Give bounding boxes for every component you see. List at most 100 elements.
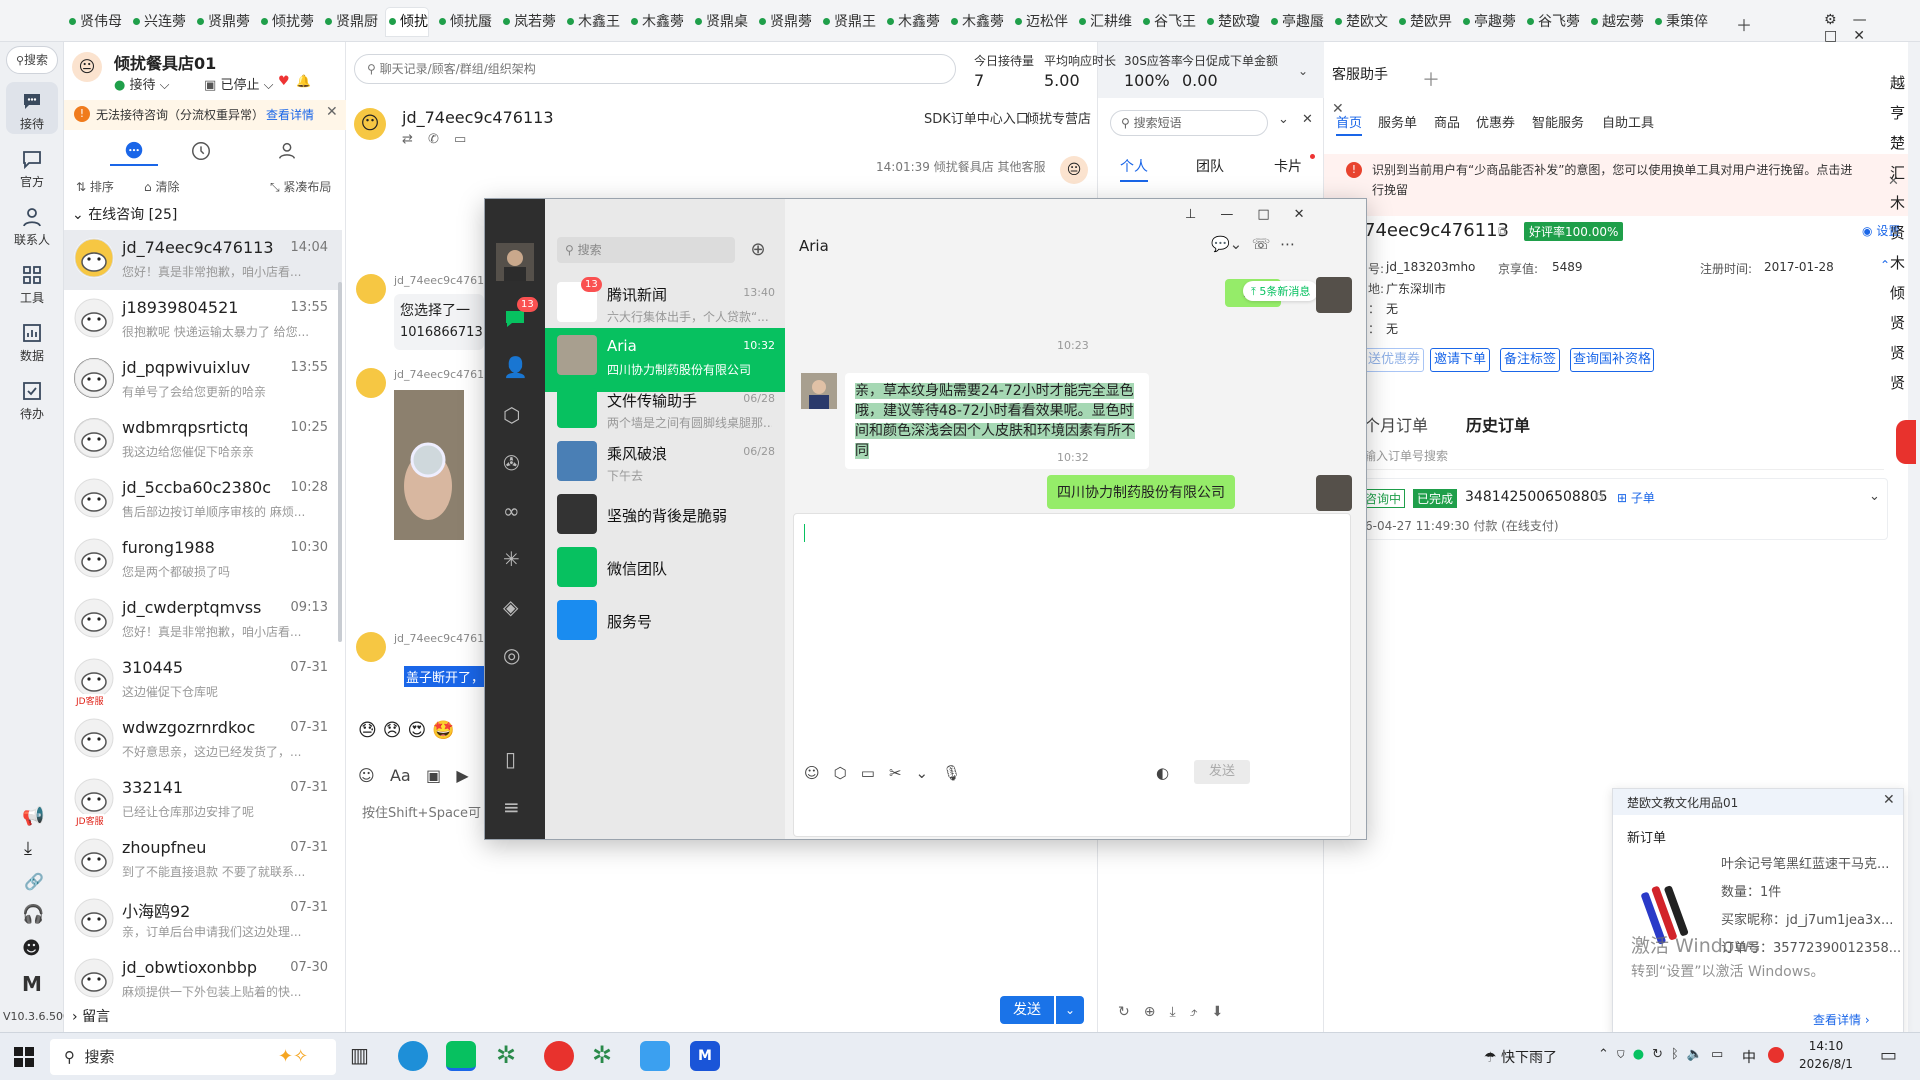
phone-icon[interactable]: ✆ [428,132,439,147]
side-tab-personal[interactable]: 个人 [1120,156,1148,182]
app-blue-icon[interactable] [640,1041,670,1071]
tab-24[interactable]: 越宏蒡 [1588,8,1644,36]
close-icon[interactable]: ✕ [326,104,338,120]
tab-3[interactable]: 倾扰蒡 [258,8,314,36]
m-logo-icon[interactable]: M [22,972,42,996]
warning-detail-link[interactable]: 查看详情 [266,106,314,123]
nav-tools[interactable]: 工具 [6,256,58,308]
list-scrollbar[interactable] [338,282,342,642]
link-icon[interactable]: 🔗 [24,872,44,891]
assistant-subtab-1[interactable]: 服务单 [1378,112,1417,131]
assistant-subtab-3[interactable]: 优惠券 [1476,112,1515,131]
list-tab-history[interactable] [190,140,212,162]
wechat-phone-icon[interactable]: ▯ [505,747,516,771]
send-button[interactable]: 发送 [1000,996,1054,1024]
app-star-icon[interactable]: ✲ [496,1041,516,1069]
add-chat-icon[interactable]: ⊕ [745,237,771,263]
close-icon[interactable]: ✕ [1294,207,1329,222]
conversation-item[interactable]: jd_pqpwivuixluv 13:55 有单号了会给您更新的哈亲 [64,350,342,410]
conversation-item[interactable]: jd_5ccba60c2380c 10:28 售后部边按订单顺序审核的 麻烦... [64,470,342,530]
add-tab-icon[interactable]: ＋ [1736,12,1752,36]
maximize-icon[interactable]: □ [1257,207,1293,222]
tab-13[interactable]: 木鑫蒡 [884,8,940,36]
wechat-profile-avatar[interactable] [496,243,534,281]
font-icon[interactable]: Aa [390,766,411,785]
conversation-item[interactable]: zhoupfneu 07-31 到了不能直接退款 不要了就联系... [64,830,342,890]
app-tray-icon[interactable] [1768,1047,1784,1063]
tab-18[interactable]: 楚欧瓊 [1204,8,1260,36]
conversation-item[interactable]: jd_obwtioxonbbp 07-30 麻烦提供一下外包装上贴着的快... [64,950,342,1010]
minimize-icon[interactable]: — [1220,207,1257,222]
tab-10[interactable]: 贤鼎桌 [692,8,748,36]
nav-todo[interactable]: 待办 [6,372,58,424]
tray-wechat-icon[interactable]: ● [1633,1047,1652,1062]
call-icon[interactable]: ☏ [1252,235,1271,253]
add-tab-icon[interactable]: ＋ [1422,66,1440,92]
wechat-menu-icon[interactable]: ≡ [503,795,520,819]
tab-23[interactable]: 谷飞蒡 [1524,8,1580,36]
new-messages-badge[interactable]: ⤒ 5条新消息 [1243,281,1319,301]
edge-app-icon[interactable] [398,1041,428,1071]
reception-toggle[interactable]: ● 接待 ⌵ [114,74,170,93]
note-tag-button[interactable]: 备注标签 [1500,348,1560,372]
collapse-icon[interactable]: ⌄ [1278,112,1289,127]
wechat-contacts-icon[interactable]: 👤 [503,355,528,379]
wechat-app-icon[interactable] [446,1041,476,1071]
sub-order-link[interactable]: ⊞ 子单 [1617,489,1655,506]
customer-avatar[interactable]: 😶 [354,108,386,140]
import-icon[interactable]: ⤓ [1169,1004,1189,1020]
stopped-toggle[interactable]: ▣ 已停止 ⌵ [204,74,273,93]
wechat-channels-icon[interactable]: ∞ [503,499,520,523]
invite-order-button[interactable]: 邀请下单 [1430,348,1490,372]
emoji-row[interactable]: 😓😞😍🤩 [358,720,461,741]
order-tab-recent[interactable]: 个月订单 [1364,412,1428,436]
copy-icon[interactable]: ⧉ [1498,224,1507,239]
tab-20[interactable]: 楚欧文 [1332,8,1388,36]
wechat-search-input[interactable]: ⚲ 搜索 [557,237,735,263]
nav-reception[interactable]: 接待 [6,82,58,134]
tab-22[interactable]: 亭趣蒡 [1460,8,1516,36]
ime-indicator[interactable]: 中 [1742,1047,1756,1067]
more-icon[interactable]: ⋯ [1280,235,1295,253]
network-icon[interactable]: ▭ [1711,1047,1731,1062]
conversation-item[interactable]: wdbmrqpsrtictq 10:25 我这边给您催促下哈亲亲 [64,410,342,470]
megaphone-icon[interactable]: 📢 [22,806,44,827]
share-icon[interactable]: ⤴ [1190,1004,1212,1020]
settings-icon[interactable]: ⚙ [1824,12,1853,28]
tab-5[interactable]: 倾扰 [386,8,428,36]
tab-17[interactable]: 谷飞王 [1140,8,1196,36]
app-red-icon[interactable] [544,1041,574,1071]
tab-8[interactable]: 木鑫王 [564,8,620,36]
conversation-item[interactable]: 310445 07-31 这边催促下仓库呢 JD客服 [64,650,342,710]
send-coupon-button[interactable]: 送优惠券 [1364,348,1424,372]
chevron-down-icon[interactable]: ⌄ [1869,489,1880,504]
clear-button[interactable]: ⌂ 清除 [144,178,179,195]
voice-input-icon[interactable]: ◐ [1156,764,1169,782]
tab-1[interactable]: 兴连蒡 [130,8,186,36]
nav-official[interactable]: 官方 [6,140,58,192]
emoji-icon[interactable]: ☺ [804,764,834,782]
pin-icon[interactable]: ⊥ [1185,207,1220,222]
online-section-header[interactable]: ⌄ 在线咨询 [25] [72,204,177,224]
chat-search-input[interactable]: ⚲ 聊天记录/顾客/群组/组织架构 [354,54,956,84]
order-tab-history[interactable]: 历史订单 [1466,412,1530,436]
shop-avatar[interactable]: 😐 [72,52,102,82]
notification-center-icon[interactable]: ▭ [1880,1045,1897,1066]
nav-contacts[interactable]: 联系人 [6,198,58,250]
app-m-icon[interactable]: M [690,1041,720,1071]
assistant-subtab-5[interactable]: 自助工具 [1602,112,1654,131]
minimize-icon[interactable]: — [1853,12,1883,28]
bluetooth-icon[interactable]: ᛒ [1671,1047,1687,1062]
headset-icon[interactable]: 🎧 [22,904,44,925]
maximize-icon[interactable]: □ [1824,28,1853,44]
sort-button[interactable]: ⇅ 排序 [76,178,114,195]
conversation-item[interactable]: j18939804521 13:55 很抱歉呢 快递运输太暴力了 给您... [64,290,342,350]
conversation-item[interactable]: jd_74eec9c476113 14:04 您好！真是非常抱歉，咱小店看... [64,230,342,290]
chevron-up-icon[interactable]: ⌃ [1598,1047,1617,1062]
tab-6[interactable]: 倾扰蜃 [436,8,492,36]
add-icon[interactable]: ⊕ [1144,1004,1170,1020]
list-tab-group[interactable] [276,140,298,162]
windows-start-icon[interactable] [14,1047,34,1067]
wechat-send-button[interactable]: 发送 [1194,760,1250,784]
side-tab-team[interactable]: 团队 [1196,156,1224,176]
